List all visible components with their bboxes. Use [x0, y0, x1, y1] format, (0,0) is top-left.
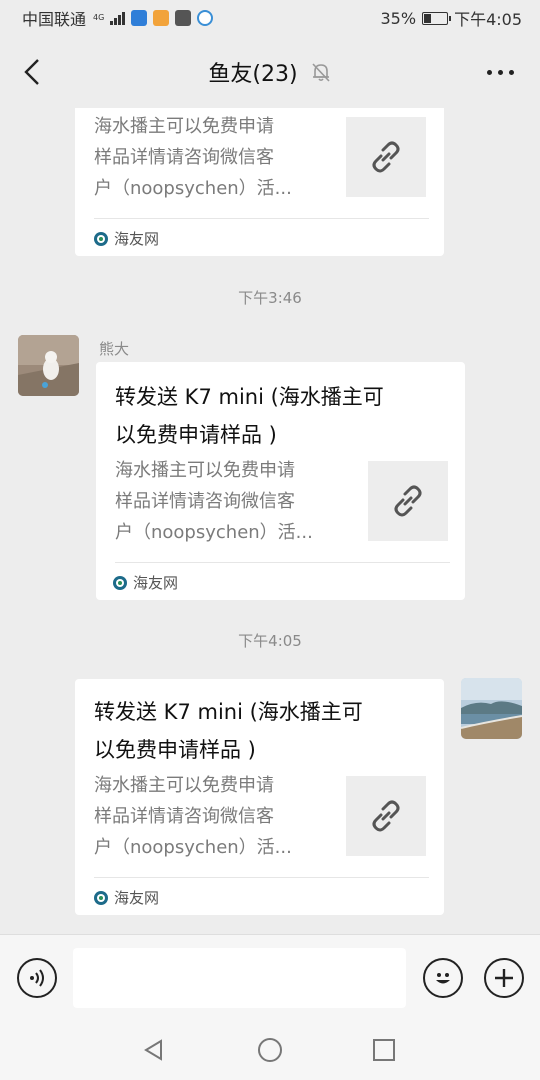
message-list[interactable]: 海水播主可以免费申请 样品详情请咨询微信客 户（noopsychen）活... …	[0, 108, 540, 934]
link-thumbnail	[368, 461, 448, 541]
card-source: 海友网	[94, 887, 159, 908]
desc-line: 海水播主可以免费申请	[115, 460, 295, 481]
circle-home-icon	[258, 1038, 282, 1062]
voice-button[interactable]	[17, 958, 57, 998]
avatar-self[interactable]	[461, 678, 522, 739]
desc-line: 海水播主可以免费申请	[94, 116, 274, 137]
card-title: 转发送 K7 mini (海水播主可 以免费申请样品 )	[94, 693, 429, 769]
title-line: 以免费申请样品 )	[94, 738, 256, 762]
signal-icon	[110, 11, 126, 25]
link-thumbnail	[346, 117, 426, 197]
status-bar: 中国联通 4G 35% 下午4:05	[0, 0, 540, 36]
plus-icon	[495, 969, 513, 987]
chat-screen: 中国联通 4G 35% 下午4:05 鱼友(23) 海水播主可以免费申请 样品详…	[0, 0, 540, 1080]
emoji-button[interactable]	[423, 958, 463, 998]
mail-app-icon	[175, 10, 192, 26]
title-bar: 鱼友(23)	[0, 36, 540, 108]
carrier-label: 中国联通	[22, 10, 87, 29]
square-recent-icon	[373, 1039, 395, 1061]
source-name: 海友网	[114, 230, 160, 248]
source-name: 海友网	[133, 574, 179, 592]
link-icon	[372, 141, 400, 173]
link-thumbnail	[346, 776, 426, 856]
more-button[interactable]	[482, 62, 518, 82]
bell-off-icon	[311, 63, 330, 82]
link-card-sent[interactable]: 转发送 K7 mini (海水播主可 以免费申请样品 ) 海水播主可以免费申请 …	[75, 679, 444, 915]
title-line: 转发送 K7 mini (海水播主可	[94, 700, 363, 724]
timestamp: 下午3:46	[238, 289, 302, 307]
status-right: 35% 下午4:05	[381, 6, 523, 30]
desc-line: 样品详情请咨询微信客	[115, 491, 295, 512]
orange-app-icon	[153, 10, 170, 26]
nav-back-button[interactable]	[140, 1036, 168, 1064]
card-description: 海水播主可以免费申请 样品详情请咨询微信客 户（noopsychen）活...	[115, 455, 345, 548]
desc-line: 户（noopsychen）活...	[94, 837, 292, 858]
dog-avatar-image	[18, 335, 79, 396]
link-icon	[372, 800, 400, 832]
battery-percent: 35%	[380, 8, 417, 28]
more-dot	[497, 69, 503, 75]
nav-recent-button[interactable]	[370, 1036, 398, 1064]
card-description: 海水播主可以免费申请 样品详情请咨询微信客 户（noopsychen）活...	[94, 770, 324, 863]
timestamp: 下午4:05	[238, 632, 302, 650]
avatar-sender[interactable]	[18, 335, 79, 396]
more-dot	[508, 69, 514, 75]
desc-line: 户（noopsychen）活...	[94, 178, 292, 199]
input-bar	[0, 934, 540, 1020]
location-app-icon	[197, 10, 214, 26]
status-left: 中国联通 4G	[22, 6, 214, 30]
nav-home-button[interactable]	[256, 1036, 284, 1064]
card-description: 海水播主可以免费申请 样品详情请咨询微信客 户（noopsychen）活...	[94, 111, 324, 204]
beach-avatar-image	[461, 678, 522, 739]
card-divider	[115, 562, 450, 563]
card-source: 海友网	[94, 228, 159, 249]
source-logo-icon	[94, 231, 108, 246]
desc-line: 户（noopsychen）活...	[115, 522, 313, 543]
title-line: 以免费申请样品 )	[115, 423, 277, 447]
source-name: 海友网	[114, 889, 160, 907]
message-input[interactable]	[73, 948, 406, 1008]
triangle-back-icon	[144, 1039, 162, 1061]
clock: 下午4:05	[454, 10, 522, 29]
network-badge: 4G	[93, 13, 105, 22]
shield-app-icon	[131, 10, 148, 26]
title-wrap: 鱼友(23)	[0, 36, 540, 108]
title-line: 转发送 K7 mini (海水播主可	[115, 385, 384, 409]
link-icon	[394, 485, 422, 517]
back-button[interactable]	[14, 52, 50, 92]
source-logo-icon	[113, 575, 127, 590]
desc-line: 样品详情请咨询微信客	[94, 806, 274, 827]
card-divider	[94, 218, 429, 219]
chat-title: 鱼友(23)	[208, 62, 298, 87]
more-dot	[486, 69, 492, 75]
voice-icon	[30, 969, 44, 987]
battery-icon	[422, 11, 452, 25]
plus-button[interactable]	[484, 958, 524, 998]
sender-name: 熊大	[99, 340, 130, 358]
card-source: 海友网	[113, 572, 178, 593]
system-nav-bar	[0, 1020, 540, 1080]
battery-fill	[424, 13, 432, 23]
emoji-icon	[436, 973, 450, 984]
chevron-left-icon	[24, 59, 39, 85]
link-card-received[interactable]: 转发送 K7 mini (海水播主可 以免费申请样品 ) 海水播主可以免费申请 …	[96, 362, 465, 600]
desc-line: 样品详情请咨询微信客	[94, 147, 274, 168]
card-divider	[94, 877, 429, 878]
source-logo-icon	[94, 890, 108, 905]
desc-line: 海水播主可以免费申请	[94, 775, 274, 796]
card-title: 转发送 K7 mini (海水播主可 以免费申请样品 )	[115, 378, 450, 454]
link-card-partial[interactable]: 海水播主可以免费申请 样品详情请咨询微信客 户（noopsychen）活... …	[75, 108, 444, 256]
